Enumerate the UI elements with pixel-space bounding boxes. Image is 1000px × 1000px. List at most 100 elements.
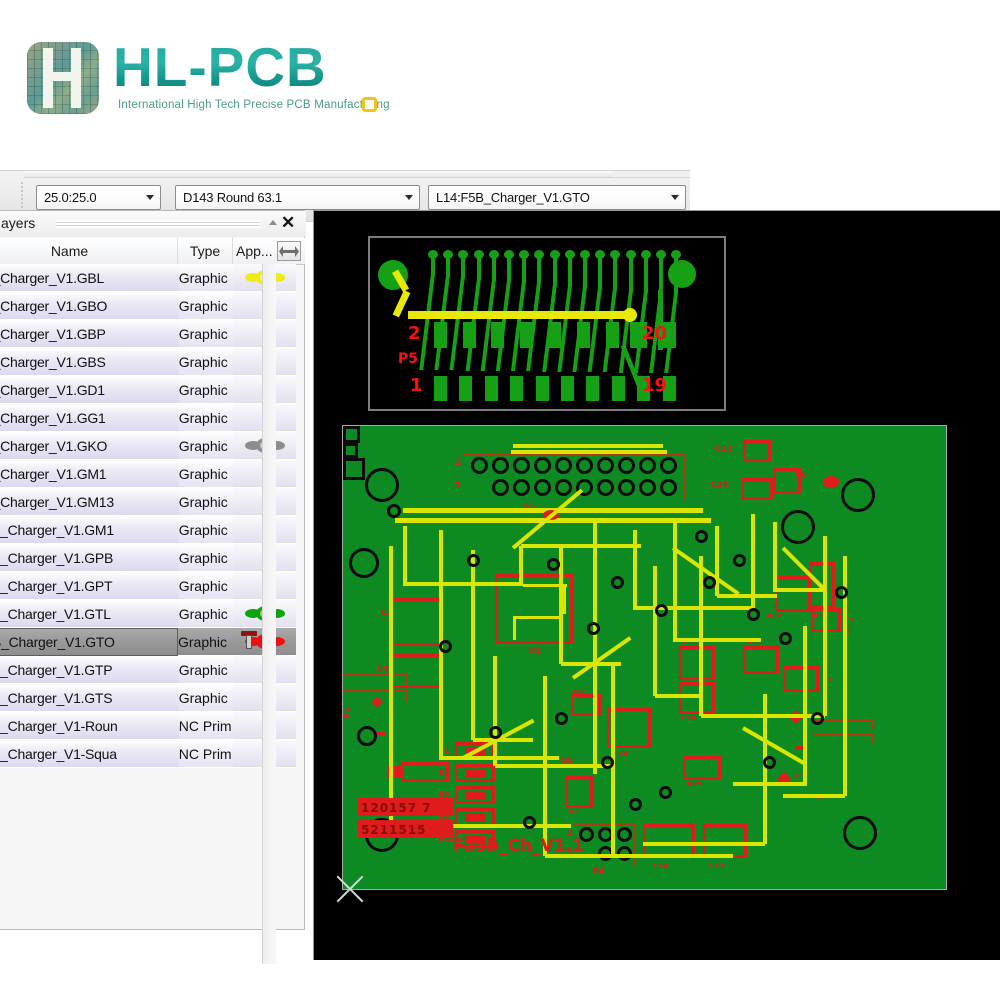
pcb-artwork: [484, 376, 498, 401]
connector-pad: [618, 457, 635, 474]
via: [611, 576, 624, 589]
table-row[interactable]: :F5B_Charger_V1.GKOGraphic: [0, 432, 296, 460]
pcb-artwork: [434, 376, 447, 401]
dcode-combo[interactable]: D143 Round 63.1: [175, 185, 420, 210]
pcb-artwork: [507, 256, 511, 282]
connector-pad: [597, 479, 614, 496]
via: [467, 554, 480, 567]
mounting-hole: [365, 468, 399, 502]
preview-pin-label-1: 1: [410, 375, 423, 396]
connector-p3-pin2-label: 2: [455, 458, 462, 468]
trace: [733, 782, 805, 786]
preview-pin-label-19: 19: [642, 375, 668, 396]
table-row[interactable]: 3:F5B_Charger_V1.GTLGraphic: [0, 600, 296, 628]
pcb-artwork: [522, 256, 527, 284]
table-row[interactable]: :F5B_Charger_V1.GBLGraphic: [0, 264, 296, 292]
pad-fill: [465, 791, 485, 800]
brand-name: HL-PCB: [113, 36, 327, 98]
titlebar-rail: [56, 220, 261, 228]
column-header-name[interactable]: Name: [0, 238, 178, 264]
connector-footprint-preview[interactable]: 2 1 20 19 P5: [368, 236, 726, 411]
designator-c4: C4: [377, 664, 389, 673]
pcb-canvas[interactable]: 212019P5 21P321P4U1C3C4P1R1R2R5R6R21D2C1…: [314, 211, 1000, 960]
toolbar-grip[interactable]: [20, 181, 24, 213]
component-c13: [703, 824, 747, 858]
trace: [613, 854, 733, 858]
trace: [715, 526, 719, 596]
layers-list[interactable]: :F5B_Charger_V1.GBLGraphic:F5B_Charger_V…: [0, 264, 296, 978]
table-row[interactable]: :F5B_Charger_V1.GBOGraphic: [0, 292, 296, 320]
table-row[interactable]: 0:F5B_Charger_V1.GM1Graphic: [0, 516, 296, 544]
table-row[interactable]: 7:F5B_Charger_V1-RounNC Prim: [0, 712, 296, 740]
pcb-artwork: [643, 256, 648, 293]
table-row[interactable]: :F5B_Charger_V1.GM13Graphic: [0, 488, 296, 516]
table-row[interactable]: 8:F5B_Charger_V1-SquaNC Prim: [0, 740, 296, 768]
table-row[interactable]: :F5B_Charger_V1.GBPGraphic: [0, 320, 296, 348]
pcb-artwork: [668, 260, 696, 288]
chevron-down-icon[interactable]: [399, 186, 419, 209]
connector-pad: [660, 479, 677, 496]
designator-c13: C13: [709, 862, 724, 870]
layers-scrollbar[interactable]: [262, 264, 276, 964]
layer-name-cell: 0:F5B_Charger_V1.GM1: [0, 516, 179, 544]
via: [629, 798, 642, 811]
chevron-up-icon[interactable]: [269, 220, 277, 225]
table-row[interactable]: 6:F5B_Charger_V1.GTSGraphic: [0, 684, 296, 712]
layer-name-cell: 2:F5B_Charger_V1.GPT: [0, 572, 179, 600]
brand-tagline: International High Tech Precise PCB Manu…: [118, 99, 390, 111]
pcb-canvas-panel[interactable]: 212019P5 21P321P4U1C3C4P1R1R2R5R6R21D2C1…: [313, 210, 1000, 960]
layer-name-cell: :F5B_Charger_V1.GM1: [0, 460, 179, 488]
table-row[interactable]: 2:F5B_Charger_V1.GPTGraphic: [0, 572, 296, 600]
cam-application-window: 25.0:25.0 D143 Round 63.1 L14:F5B_Charge…: [0, 160, 1000, 964]
designator-c14: C14: [613, 750, 628, 758]
connector-pad: [617, 827, 632, 842]
layer-combo[interactable]: L14:F5B_Charger_V1.GTO: [428, 185, 686, 210]
chevron-down-icon[interactable]: [665, 186, 685, 209]
preview-ref-designator: P5: [398, 351, 419, 367]
connector-pad: [639, 479, 656, 496]
column-header-type[interactable]: Type: [178, 238, 233, 264]
trace: [403, 582, 523, 586]
dcode-combo-value: D143 Round 63.1: [183, 190, 282, 205]
pcb-artwork: [623, 308, 637, 322]
layer-name-cell: :F5B_Charger_V1.GBS: [0, 348, 179, 376]
preview-pin-label-2: 2: [408, 323, 421, 344]
designator-c12: C12: [715, 444, 733, 453]
via: [489, 726, 502, 739]
layer-name-cell: :F5B_Charger_V1.GBP: [0, 320, 179, 348]
tool-hammer-icon[interactable]: [240, 631, 257, 649]
chevron-down-icon[interactable]: [140, 186, 160, 209]
trace: [655, 694, 701, 698]
close-icon[interactable]: ✕: [281, 213, 295, 233]
table-row[interactable]: 4:F5B_Charger_V1.GTOGraphic: [0, 628, 296, 656]
designator-d2: D2: [573, 688, 584, 696]
designator-c14b: C14: [653, 862, 668, 870]
via: [523, 816, 536, 829]
trace: [773, 522, 777, 592]
designator-r25: R25: [687, 780, 703, 788]
trace: [773, 588, 823, 592]
layer-type-cell: Graphic: [178, 516, 234, 544]
fit-width-icon[interactable]: [277, 241, 301, 261]
table-row[interactable]: :F5B_Charger_V1.GD1Graphic: [0, 376, 296, 404]
trace: [633, 530, 637, 610]
layer-type-cell: Graphic: [178, 684, 234, 712]
table-row[interactable]: :F5B_Charger_V1.GBSGraphic: [0, 348, 296, 376]
table-row[interactable]: :F5B_Charger_V1.GG1Graphic: [0, 404, 296, 432]
table-row[interactable]: 5:F5B_Charger_V1.GTPGraphic: [0, 656, 296, 684]
pcb-artwork: [613, 256, 618, 291]
component-c24: [741, 478, 773, 500]
table-row[interactable]: 1:F5B_Charger_V1.GPBGraphic: [0, 544, 296, 572]
crosshair-x-marker: [332, 871, 368, 907]
units-combo[interactable]: 25.0:25.0: [36, 185, 161, 210]
layer-name-cell: :F5B_Charger_V1.GBO: [0, 292, 179, 320]
trace: [571, 636, 632, 680]
connector-pad: [492, 479, 509, 496]
component-r25: [683, 756, 721, 780]
table-row[interactable]: :F5B_Charger_V1.GM1Graphic: [0, 460, 296, 488]
connector-pad: [576, 457, 593, 474]
layers-panel: ayers ✕ Name Type App... :F5B_Charger_V1…: [0, 210, 306, 964]
trace: [389, 546, 393, 826]
pcb-board-view[interactable]: 21P321P4U1C3C4P1R1R2R5R6R21D2C14D1U8C14C…: [342, 425, 947, 890]
column-header-appearance[interactable]: App...: [233, 238, 280, 264]
